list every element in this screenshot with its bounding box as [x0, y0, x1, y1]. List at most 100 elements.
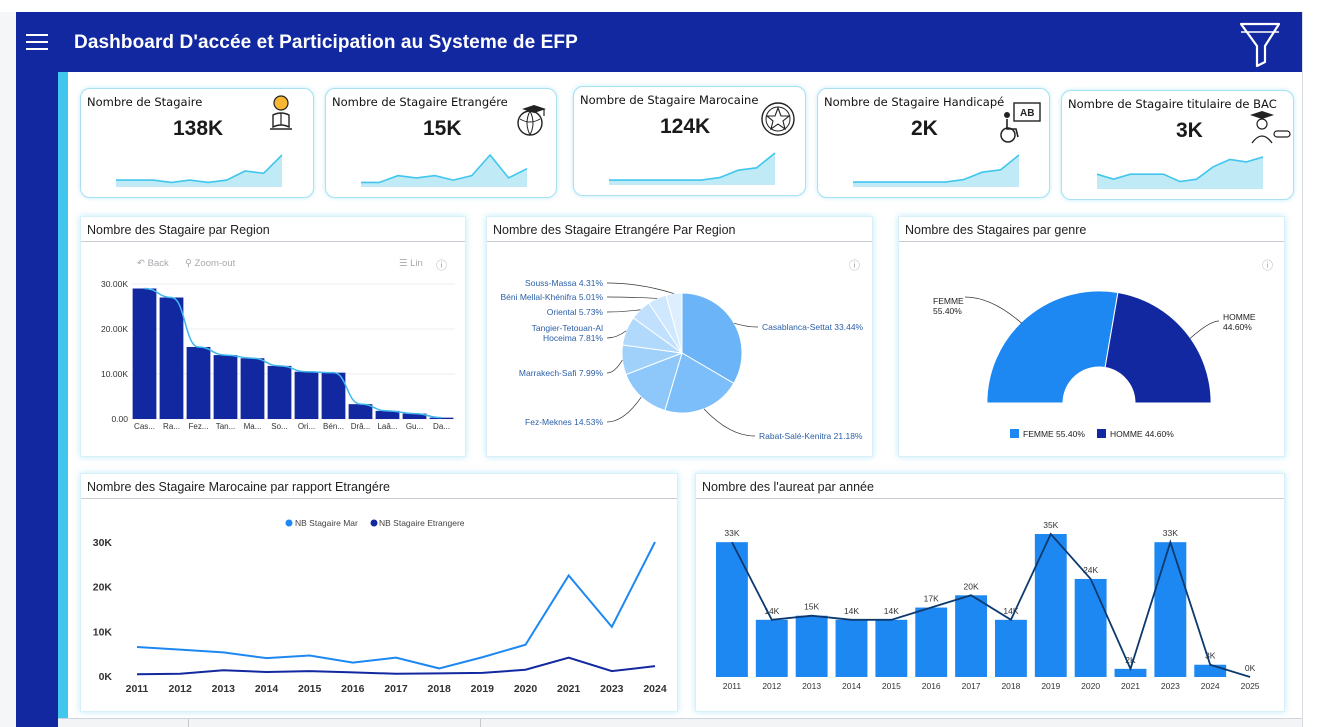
- bar: [915, 607, 948, 677]
- x-tick-label: Gu...: [406, 422, 423, 431]
- legend-label: NB Stagaire Mar: [295, 518, 358, 528]
- y-tick-label: 0K: [99, 671, 113, 683]
- bar: [1074, 578, 1107, 677]
- kpi-card-foreign[interactable]: Nombre de Stagaire Etrangére 15K: [325, 88, 557, 198]
- bar: [994, 619, 1027, 677]
- x-tick-label: 2016: [922, 681, 941, 691]
- homme-pct-label: 44.60%: [1223, 322, 1252, 332]
- kpi-card-total[interactable]: Nombre de Stagaire 138K: [80, 88, 314, 198]
- graduate-diploma-icon: [1250, 111, 1291, 144]
- slice-label: Tangier-Tetouan-Al: [532, 323, 603, 333]
- data-label: 20K: [964, 581, 979, 591]
- bar: [240, 358, 265, 419]
- leader-line: [1189, 320, 1220, 339]
- leader-line: [606, 296, 658, 299]
- series-line: [136, 541, 656, 670]
- title-divider: [81, 241, 465, 242]
- femme-name-label: FEMME: [933, 296, 964, 306]
- x-tick-label: 2017: [962, 681, 981, 691]
- x-tick-label: 2015: [882, 681, 901, 691]
- bar: [186, 347, 211, 419]
- kpi-card-bac[interactable]: Nombre de Stagaire titulaire de BAC 3K: [1061, 90, 1294, 200]
- kpi-value: 138K: [173, 117, 224, 140]
- page-title: Dashboard D'accée et Participation au Sy…: [74, 32, 578, 53]
- data-label: 0K: [1245, 663, 1256, 673]
- donut-slice: [1104, 291, 1212, 404]
- bar: [1194, 664, 1227, 677]
- leader-line: [606, 359, 623, 374]
- x-tick-label: 2025: [1241, 681, 1260, 691]
- kpi-label: Nombre de Stagaire titulaire de BAC: [1068, 97, 1277, 111]
- x-tick-label: 2013: [212, 683, 236, 695]
- y-tick-label: 30K: [93, 537, 113, 549]
- bar: [321, 372, 346, 419]
- x-tick-label: 2014: [255, 683, 279, 695]
- region-bar-chart: 0.00 10.00K 20.00K 30.00K Cas... Ra... Fez... T…: [101, 279, 455, 431]
- slice-label: Marrakech-Safi 7.99%: [519, 368, 604, 378]
- x-tick-label: 2020: [514, 683, 538, 695]
- slice-label: Oriental 5.73%: [547, 307, 604, 317]
- bar: [1154, 542, 1187, 677]
- foreign-pie-chart: Casablanca-Settat 33.44% Rabat-Salé-Kenit…: [500, 278, 863, 441]
- wheelchair-classroom-icon: AB: [1000, 102, 1041, 143]
- kpi-sparkline: [1096, 156, 1264, 189]
- bar: [1034, 534, 1067, 677]
- bar: [213, 355, 238, 419]
- leader-line: [606, 282, 675, 294]
- moroccan-emblem-icon: [761, 102, 795, 136]
- x-tick-label: 2011: [126, 683, 149, 695]
- foreign-region-chart-card: Nombre des Stagaire Etrangére Par Region…: [486, 216, 873, 457]
- funnel-filter-icon[interactable]: [1238, 20, 1282, 68]
- x-tick-label: 2021: [557, 683, 581, 695]
- leader-line: [606, 309, 641, 313]
- x-tick-label: 2018: [1001, 681, 1020, 691]
- x-tick-label: 2014: [842, 681, 861, 691]
- y-tick-label: 10K: [93, 626, 113, 638]
- slice-label: Hoceima 7.81%: [543, 333, 603, 343]
- x-tick-label: 2024: [1201, 681, 1220, 691]
- laureat-chart-card: Nombre des l'aureat par année 33K 2011 14K…: [695, 473, 1285, 712]
- kpi-label: Nombre de Stagaire Handicapé: [824, 95, 1005, 109]
- dashboard-app: Dashboard D'accée et Participation au Sy…: [0, 0, 1333, 727]
- kpi-card-moroccan[interactable]: Nombre de Stagaire Marocaine 124K: [573, 86, 806, 196]
- bar: [159, 297, 184, 419]
- x-tick-label: 2013: [802, 681, 821, 691]
- x-tick-label: So...: [271, 422, 287, 431]
- data-label: 14K: [844, 606, 859, 616]
- kpi-value: 15K: [423, 117, 462, 140]
- x-tick-label: Ma...: [244, 422, 262, 431]
- legend-label-femme: FEMME 55.40%: [1023, 429, 1085, 439]
- kpi-card-handicap[interactable]: Nombre de Stagaire Handicapé 2K AB: [817, 88, 1050, 198]
- x-tick-label: 2023: [600, 683, 624, 695]
- student-reading-icon: [270, 95, 292, 130]
- legend-label: NB Stagaire Etrangere: [379, 518, 465, 528]
- x-tick-label: 2019: [1041, 681, 1060, 691]
- x-tick-label: Ori...: [298, 422, 315, 431]
- leader-line: [964, 296, 1022, 324]
- x-tick-label: Tan...: [216, 422, 236, 431]
- x-tick-label: Fez...: [188, 422, 208, 431]
- bar: [875, 619, 908, 677]
- x-tick-label: 2015: [298, 683, 322, 695]
- title-divider: [696, 498, 1284, 499]
- header-bar: Dashboard D'accée et Participation au Sy…: [58, 12, 1302, 72]
- kpi-label: Nombre de Stagaire Etrangére: [332, 95, 508, 109]
- leader-line: [733, 322, 759, 328]
- window-top-border: [0, 0, 1333, 12]
- right-scrollbar[interactable]: [1302, 12, 1333, 727]
- chart-title: Nombre des Stagaire Etrangére Par Region: [493, 223, 736, 237]
- kpi-sparkline: [853, 154, 1020, 187]
- x-tick-label: 2016: [341, 683, 365, 695]
- gender-chart-card: Nombre des Stagaires par genre ⓘ FEMME 55…: [898, 216, 1285, 457]
- slice-label: Rabat-Salé-Kenitra 21.18%: [759, 431, 863, 441]
- title-divider: [899, 241, 1284, 242]
- bar: [132, 288, 157, 419]
- sparkline-area: [1097, 157, 1263, 189]
- leader-line: [606, 330, 627, 339]
- y-tick-label: 0.00: [111, 414, 128, 424]
- x-tick-label: 2017: [384, 683, 408, 695]
- chart-title: Nombre des Stagaire Marocaine par rappor…: [87, 480, 390, 494]
- data-label: 33K: [724, 528, 739, 538]
- homme-name-label: HOMME: [1223, 312, 1256, 322]
- hamburger-menu-icon[interactable]: [26, 34, 48, 52]
